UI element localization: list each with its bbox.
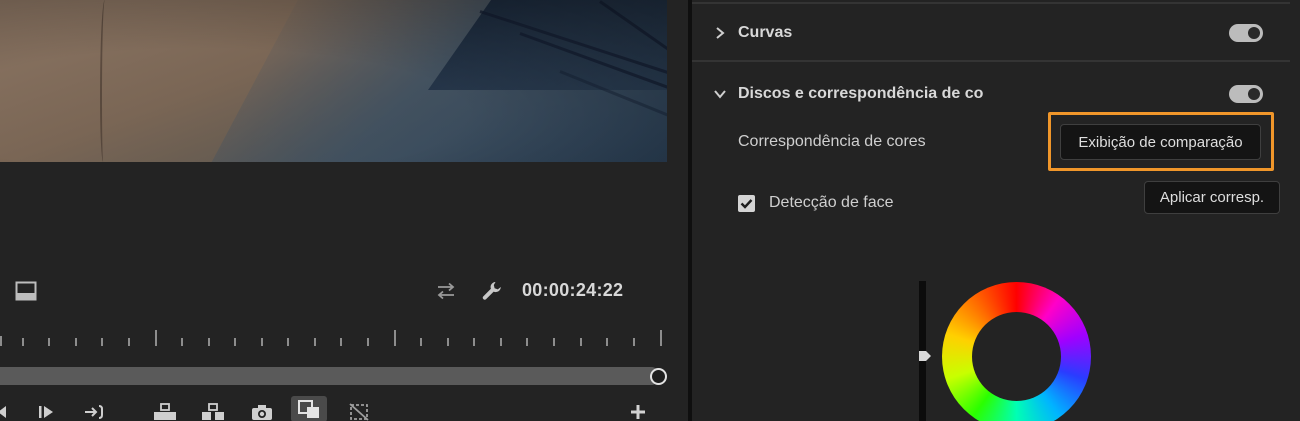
app-root: 00:00:24:22 Curvas Discos e correspondên… (0, 0, 1300, 421)
lift-icon[interactable] (150, 400, 180, 421)
safe-margins-icon[interactable] (14, 280, 38, 302)
section-title-color-wheels: Discos e correspondência de co (738, 85, 984, 102)
time-ruler[interactable] (0, 326, 668, 346)
luminance-slider-handle[interactable] (918, 348, 932, 362)
separator (692, 60, 1290, 62)
playhead-handle[interactable] (650, 368, 667, 385)
chevron-right-icon (712, 25, 728, 41)
curves-enable-toggle[interactable] (1229, 24, 1263, 42)
plus-icon[interactable] (626, 400, 650, 421)
wrench-icon[interactable] (480, 279, 504, 303)
section-header-curves[interactable]: Curvas (712, 21, 792, 45)
go-to-out-point-icon[interactable] (82, 400, 108, 421)
face-detection-label: Detecção de face (769, 194, 894, 211)
playhead-scrub-bar[interactable] (0, 367, 660, 385)
face-detection-row[interactable]: Detecção de face (738, 193, 894, 213)
color-wheels-enable-toggle[interactable] (1229, 85, 1263, 103)
face-detection-checkbox[interactable] (738, 194, 755, 212)
extract-icon[interactable] (198, 400, 228, 421)
current-timecode[interactable]: 00:00:24:22 (522, 280, 623, 301)
camera-icon[interactable] (248, 400, 276, 421)
color-match-label: Correspondência de cores (738, 133, 926, 150)
section-title-curves: Curvas (738, 24, 793, 41)
proxy-icon[interactable] (345, 400, 373, 421)
program-monitor: 00:00:24:22 (0, 0, 688, 421)
swap-arrows-icon[interactable] (434, 281, 458, 301)
separator (692, 2, 1290, 4)
step-back-icon[interactable] (0, 400, 12, 421)
chevron-down-icon (712, 86, 728, 102)
lumetri-color-panel: Curvas Discos e correspondência de co Co… (692, 0, 1300, 421)
section-header-color-wheels[interactable]: Discos e correspondência de co (712, 82, 983, 106)
apply-match-button[interactable]: Aplicar corresp. (1144, 181, 1280, 214)
video-preview (0, 0, 667, 162)
step-forward-icon[interactable] (36, 400, 58, 421)
comparison-view-icon[interactable] (291, 396, 327, 421)
comparison-view-button[interactable]: Exibição de comparação (1060, 124, 1261, 160)
color-wheel[interactable] (942, 282, 1091, 421)
